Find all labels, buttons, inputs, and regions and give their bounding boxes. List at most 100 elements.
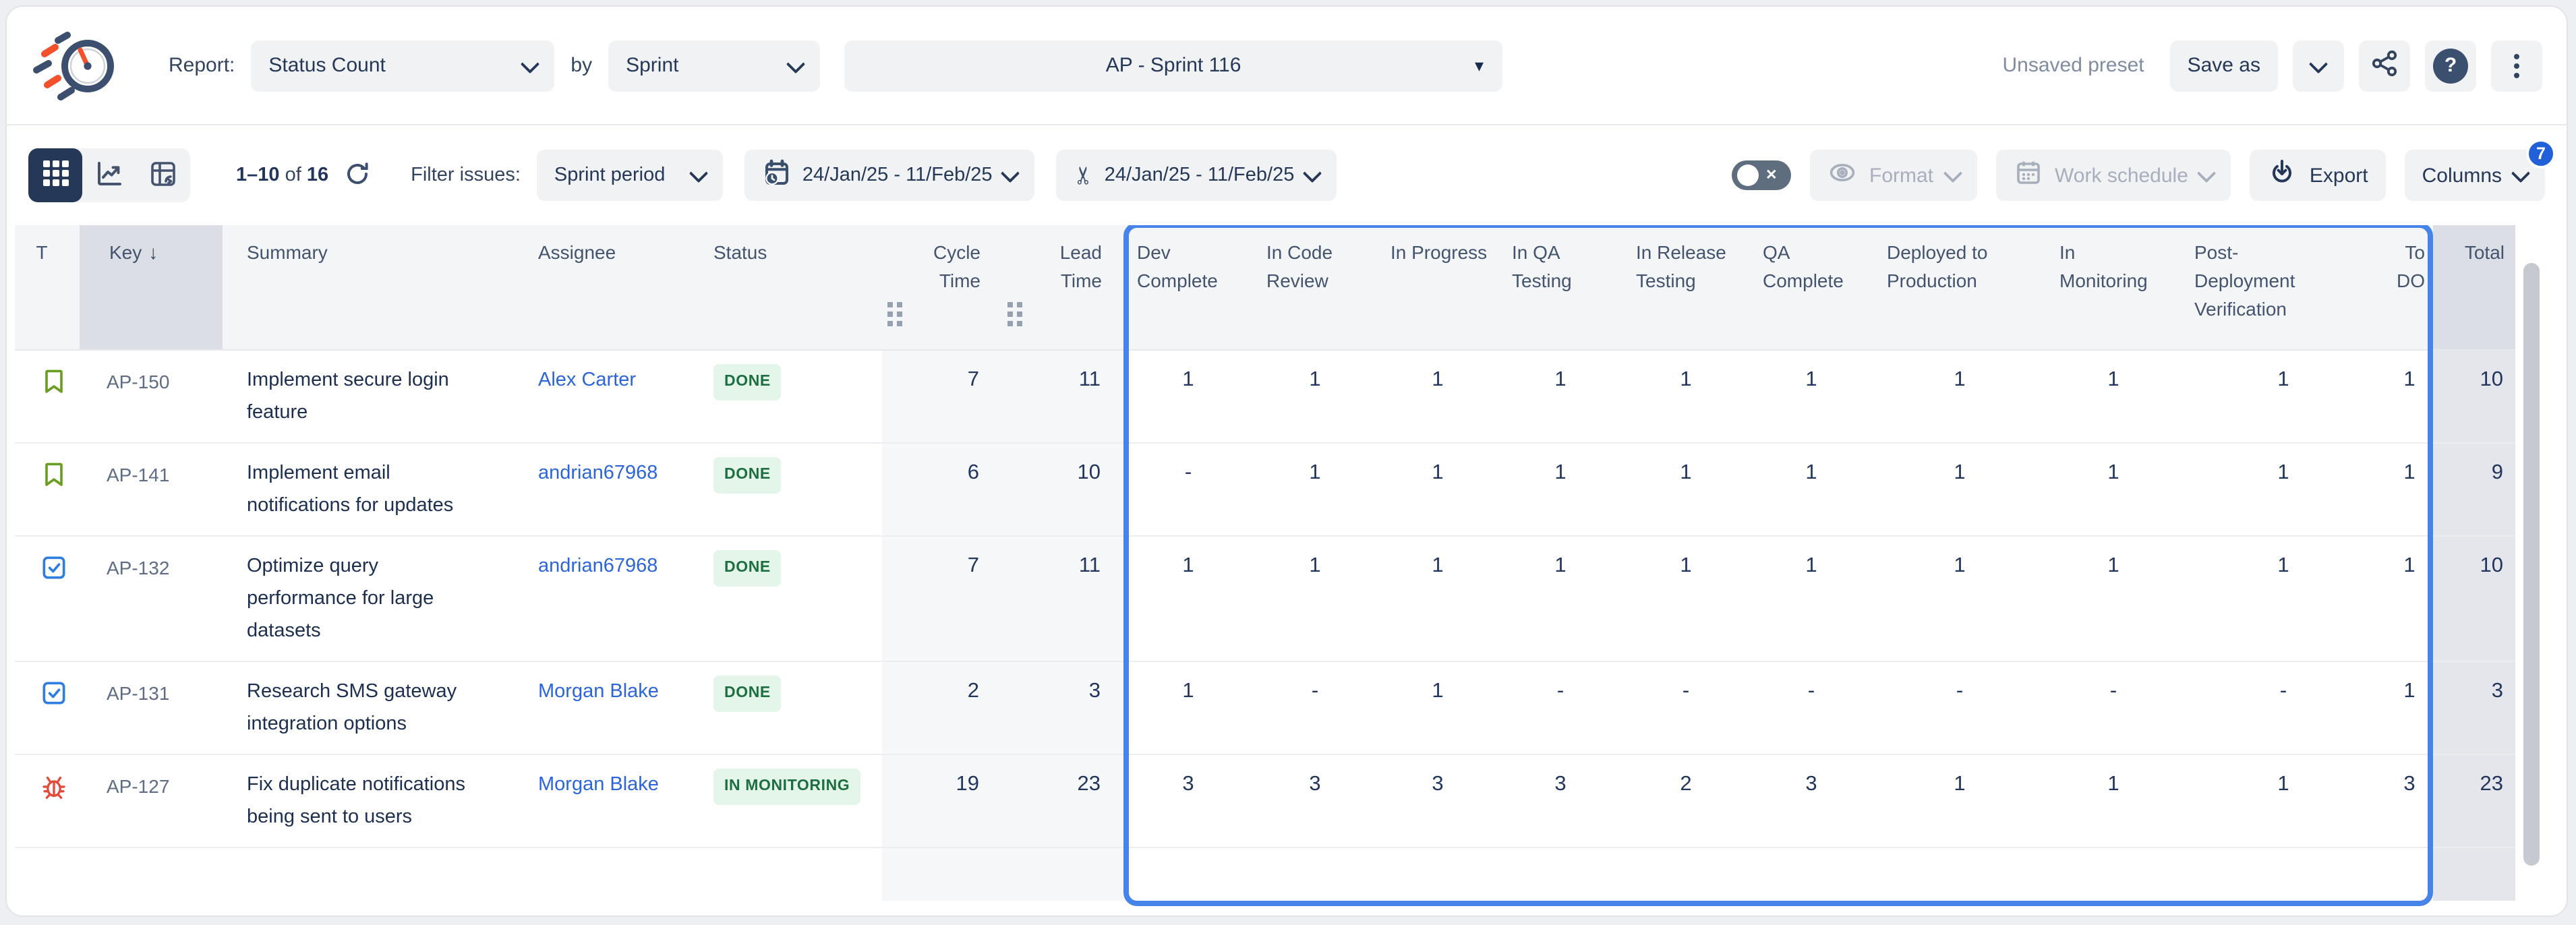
save-as-menu-button[interactable] bbox=[2293, 40, 2344, 91]
status-count-value: 1 bbox=[1622, 442, 1749, 535]
table-header-row: TKey↓SummaryAssigneeStatusCycle TimeLead… bbox=[15, 225, 2515, 349]
chevron-down-icon bbox=[689, 164, 708, 183]
assignee-link[interactable]: andrian67968 bbox=[538, 462, 657, 483]
column-header-assignee[interactable]: Assignee bbox=[535, 225, 708, 349]
issue-key: AP-141 bbox=[80, 442, 223, 535]
column-drag-handle-icon[interactable] bbox=[887, 302, 893, 307]
column-header-in-progress[interactable]: In Progress bbox=[1377, 225, 1498, 349]
status-count-value: 3 bbox=[2386, 754, 2433, 847]
status-count-value: 1 bbox=[2181, 535, 2386, 661]
trim-period-date-select[interactable]: ✂ 24/Jan/25 - 11/Feb/25 bbox=[1056, 150, 1337, 201]
status-count-value: 1 bbox=[1377, 535, 1498, 661]
sprint-select[interactable]: AP - Sprint 116 ▾ bbox=[844, 40, 1502, 91]
task-icon bbox=[39, 690, 69, 713]
help-icon: ? bbox=[2433, 48, 2468, 83]
table-view-button[interactable] bbox=[28, 148, 82, 202]
status-count-value: 1 bbox=[1873, 754, 2046, 847]
status-count-value: - bbox=[1498, 661, 1622, 754]
vertical-scrollbar[interactable] bbox=[2523, 263, 2540, 866]
work-schedule-select[interactable]: Work schedule bbox=[1995, 150, 2231, 201]
status-count-value: 1 bbox=[2046, 349, 2181, 442]
share-button[interactable] bbox=[2359, 40, 2410, 91]
status-count-value: 1 bbox=[2046, 442, 2181, 535]
column-header-status[interactable]: Status bbox=[708, 225, 882, 349]
format-select[interactable]: Format bbox=[1810, 150, 1977, 201]
export-icon bbox=[2268, 158, 2297, 193]
column-header-todo[interactable]: To DO bbox=[2386, 225, 2433, 349]
sprint-value: AP - Sprint 116 bbox=[1106, 54, 1241, 77]
assignee-link[interactable]: Morgan Blake bbox=[538, 773, 659, 795]
status-count-value: 3 bbox=[1498, 754, 1622, 847]
column-header-cycle[interactable]: Cycle Time bbox=[882, 225, 1002, 349]
chevron-down-icon bbox=[1943, 164, 1962, 183]
app-logo-clock-icon bbox=[31, 29, 120, 102]
status-count-value: 1 bbox=[1749, 349, 1873, 442]
issue-key: AP-150 bbox=[80, 349, 223, 442]
pivot-view-button[interactable] bbox=[136, 148, 190, 202]
status-count-value: 1 bbox=[1377, 661, 1498, 754]
column-drag-handle-icon[interactable] bbox=[1007, 302, 1013, 307]
status-count-value: - bbox=[1253, 661, 1377, 754]
issues-table: TKey↓SummaryAssigneeStatusCycle TimeLead… bbox=[15, 225, 2515, 901]
chevron-down-icon bbox=[2309, 54, 2328, 73]
status-count-value: 1 bbox=[1873, 535, 2046, 661]
save-as-button[interactable]: Save as bbox=[2170, 40, 2278, 91]
column-header-dev-complete[interactable]: Dev Complete bbox=[1123, 225, 1253, 349]
group-by-select[interactable]: Sprint bbox=[608, 40, 820, 91]
share-icon bbox=[2370, 48, 2399, 83]
status-badge: DONE bbox=[713, 456, 782, 493]
bug-icon bbox=[39, 783, 69, 806]
status-count-value: 3 bbox=[1253, 754, 1377, 847]
issues-table-wrap: TKey↓SummaryAssigneeStatusCycle TimeLead… bbox=[7, 225, 2567, 916]
status-count-value: 3 bbox=[1123, 754, 1253, 847]
column-header-post-deploy[interactable]: Post-Deployment Verification bbox=[2181, 225, 2386, 349]
column-header-release-testing[interactable]: In Release Testing bbox=[1622, 225, 1749, 349]
columns-select[interactable]: Columns bbox=[2405, 150, 2545, 201]
x-icon: ✕ bbox=[1765, 169, 1778, 183]
assignee-link[interactable]: Alex Carter bbox=[538, 369, 636, 390]
column-header-qa-complete[interactable]: QA Complete bbox=[1749, 225, 1873, 349]
status-count-value: 1 bbox=[1749, 442, 1873, 535]
table-row-partial bbox=[15, 847, 2515, 901]
lead-time-value: 11 bbox=[1002, 349, 1123, 442]
assignee-link[interactable]: andrian67968 bbox=[538, 555, 657, 576]
chart-view-button[interactable] bbox=[82, 148, 136, 202]
column-header-code-review[interactable]: In Code Review bbox=[1253, 225, 1377, 349]
status-count-value: 1 bbox=[1123, 349, 1253, 442]
column-header-type[interactable]: T bbox=[15, 225, 80, 349]
filter-type-select[interactable]: Sprint period bbox=[537, 150, 723, 201]
total-value: 3 bbox=[2433, 661, 2515, 754]
status-count-value: 1 bbox=[1123, 661, 1253, 754]
status-count-value: 1 bbox=[1873, 442, 2046, 535]
kebab-menu-icon bbox=[2514, 53, 2519, 78]
column-header-summary[interactable]: Summary bbox=[223, 225, 535, 349]
status-count-value: 1 bbox=[1873, 349, 2046, 442]
more-menu-button[interactable] bbox=[2491, 40, 2542, 91]
column-header-total[interactable]: Total bbox=[2433, 225, 2515, 349]
status-badge: DONE bbox=[713, 549, 782, 586]
column-header-monitoring[interactable]: In Monitoring bbox=[2046, 225, 2181, 349]
assignee-link[interactable]: Morgan Blake bbox=[538, 680, 659, 702]
lead-time-value: 3 bbox=[1002, 661, 1123, 754]
total-value: 10 bbox=[2433, 535, 2515, 661]
column-header-qa-testing[interactable]: In QA Testing bbox=[1498, 225, 1622, 349]
sprint-period-date-select[interactable]: 24/Jan/25 - 11/Feb/25 bbox=[744, 150, 1034, 201]
story-icon bbox=[39, 471, 69, 494]
column-header-key[interactable]: Key↓ bbox=[80, 225, 223, 349]
total-value: 9 bbox=[2433, 442, 2515, 535]
status-badge: DONE bbox=[713, 363, 782, 400]
export-button[interactable]: Export bbox=[2250, 150, 2386, 201]
lead-time-value: 11 bbox=[1002, 535, 1123, 661]
eye-icon bbox=[1827, 158, 1857, 193]
status-count-value: 1 bbox=[1622, 349, 1749, 442]
refresh-button[interactable] bbox=[341, 157, 373, 193]
column-header-lead[interactable]: Lead Time bbox=[1002, 225, 1123, 349]
report-type-select[interactable]: Status Count bbox=[251, 40, 554, 91]
grid-icon bbox=[42, 160, 68, 190]
status-count-value: 1 bbox=[1123, 535, 1253, 661]
toggle-switch[interactable]: ✕ bbox=[1732, 160, 1791, 190]
lead-time-value: 10 bbox=[1002, 442, 1123, 535]
column-header-deployed[interactable]: Deployed to Production bbox=[1873, 225, 2046, 349]
status-count-value: 1 bbox=[1253, 442, 1377, 535]
help-button[interactable]: ? bbox=[2425, 40, 2476, 91]
